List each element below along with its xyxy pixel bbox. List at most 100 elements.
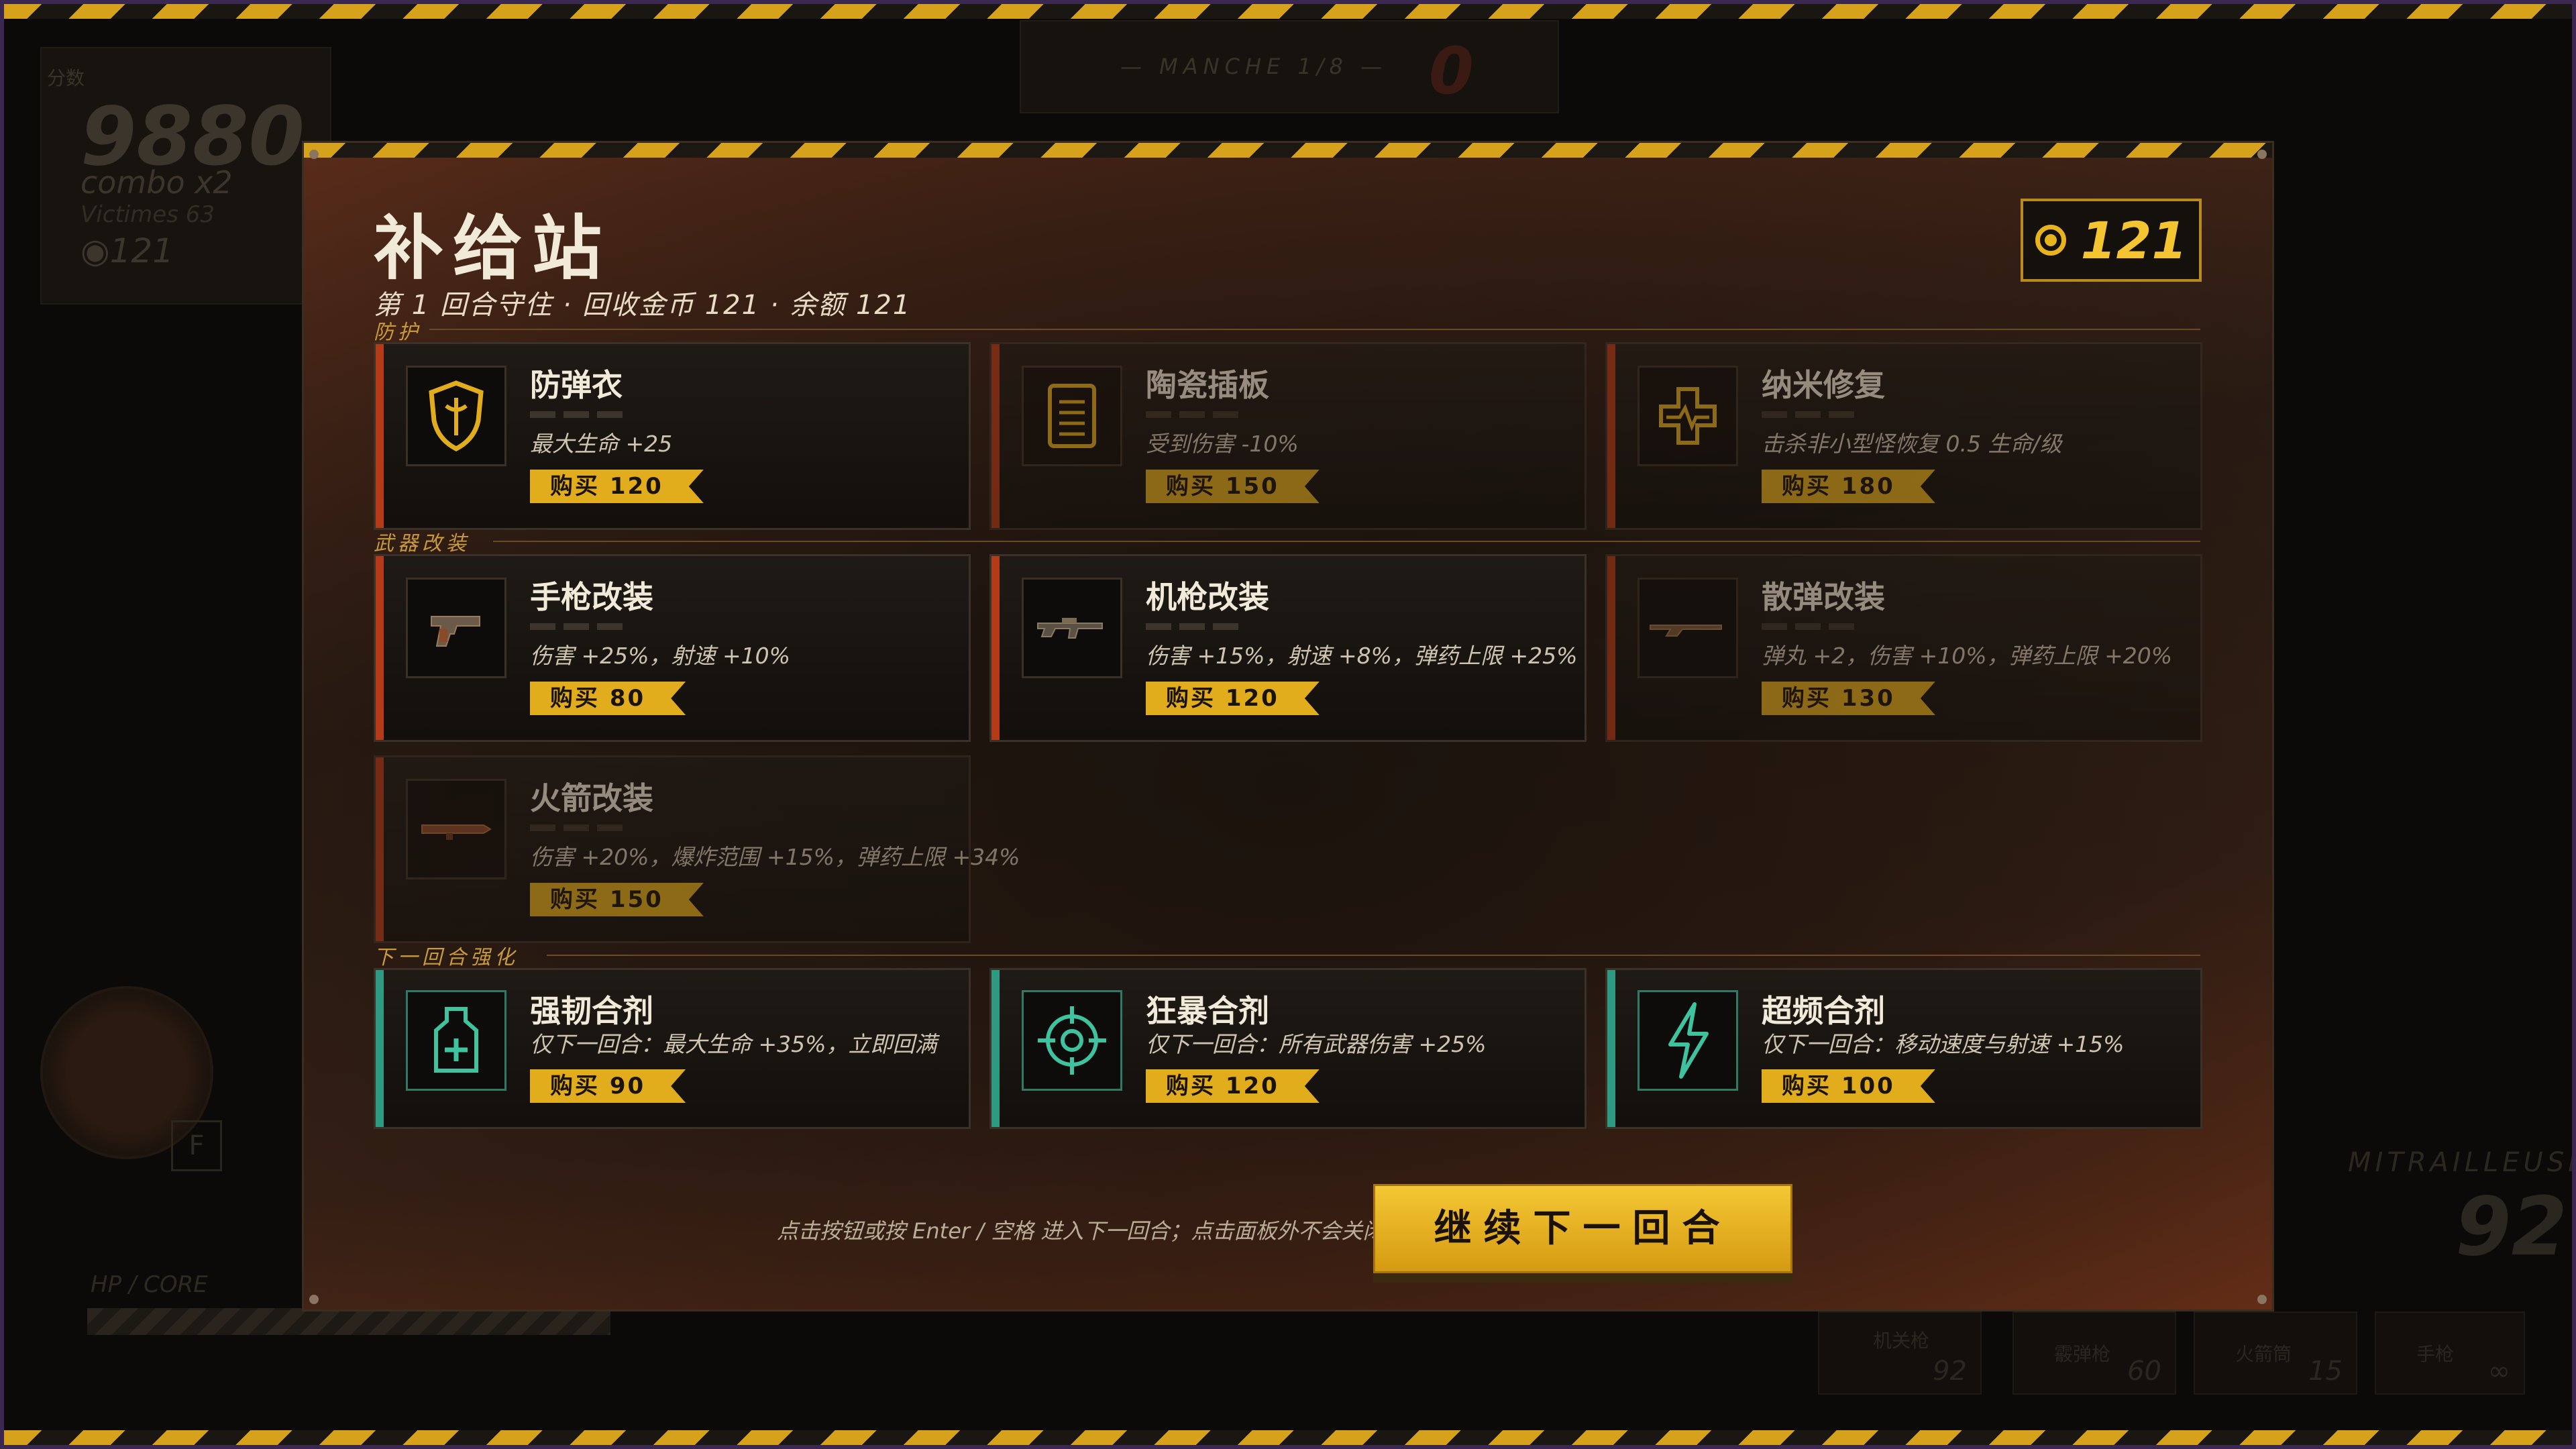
shop-item-machinegun-mod[interactable]: 机枪改装 伤害 +15%，射速 +8%，弹药上限 +25% 购买 120 [989, 554, 1587, 742]
buy-button[interactable]: 购买 130 [1762, 682, 1935, 715]
page-title: 补给站 [374, 207, 612, 289]
shop-item-ceramic-plate[interactable]: 陶瓷插板 受到伤害 -10% 购买 150 [989, 342, 1587, 530]
item-name: 机枪改装 [1146, 579, 1269, 615]
panel-hazard-stripe [304, 143, 2272, 158]
plate-icon [1048, 384, 1096, 448]
buy-button[interactable]: 购买 120 [530, 470, 704, 503]
pistol-icon [431, 616, 480, 647]
section-label-next-round: 下一回合强化 [374, 946, 519, 969]
shop-item-toughness-tonic[interactable]: 强韧合剂 仅下一回合：最大生命 +35%，立即回满 购买 90 [374, 968, 971, 1129]
shield-icon [429, 380, 484, 451]
item-desc: 伤害 +25%，射速 +10% [530, 643, 790, 669]
card-accent [376, 757, 384, 941]
item-desc: 弹丸 +2，伤害 +10%，弹药上限 +20% [1762, 643, 2173, 669]
card-accent [376, 970, 384, 1127]
continue-hint: 点击按钮或按 Enter / 空格 进入下一回合；点击面板外不会关闭 [777, 1218, 1385, 1244]
fire-key: F [171, 1120, 222, 1171]
buy-button[interactable]: 购买 100 [1762, 1069, 1935, 1103]
shop-item-nano-repair[interactable]: 纳米修复 击杀非小型怪恢复 0.5 生命/级 购买 180 [1605, 342, 2202, 530]
item-icon-frame [1638, 990, 1738, 1091]
machine-gun-icon [1037, 618, 1103, 639]
weapon-slot-4: 手枪 ∞ [2375, 1311, 2525, 1395]
buy-button[interactable]: 购买 150 [1146, 470, 1320, 503]
item-name: 纳米修复 [1762, 367, 1885, 403]
item-name: 手枪改装 [530, 579, 653, 615]
lightning-bolt-icon [1668, 1002, 1709, 1079]
card-accent [1607, 344, 1615, 528]
round-counter: 0 [1429, 34, 1474, 109]
item-name: 散弹改装 [1762, 579, 1885, 615]
bottom-hazard-stripe [0, 1430, 2576, 1445]
hp-label: HP / CORE [91, 1271, 208, 1298]
buy-button[interactable]: 购买 180 [1762, 470, 1935, 503]
slot-value: ∞ [2487, 1356, 2510, 1387]
weapon-slot-1: 机关枪 92 [1818, 1311, 1982, 1395]
slot-value: 60 [2127, 1356, 2161, 1387]
item-icon-frame [406, 366, 506, 466]
item-icon-frame [1022, 366, 1122, 466]
rivet [2257, 150, 2267, 159]
buy-button[interactable]: 购买 90 [530, 1069, 686, 1103]
buy-button[interactable]: 购买 120 [1146, 682, 1320, 715]
card-accent [991, 556, 1000, 740]
buy-button[interactable]: 购买 150 [530, 883, 704, 916]
level-pips [530, 411, 623, 418]
balance-badge: 121 [2021, 199, 2202, 282]
item-name: 狂暴合剂 [1146, 993, 1269, 1029]
weapon-ammo: 92 [2455, 1181, 2567, 1274]
potion-bottle-icon [434, 1007, 478, 1073]
level-pips [1146, 411, 1238, 418]
hud-coins: ◉121 [80, 231, 174, 270]
item-desc: 伤害 +15%，射速 +8%，弹药上限 +25% [1146, 643, 1578, 669]
medical-cross-icon [1659, 387, 1717, 445]
shop-subtitle: 第 1 回合守住 · 回收金币 121 · 余额 121 [374, 290, 912, 321]
shotgun-icon [1650, 625, 1722, 637]
item-icon-frame [406, 578, 506, 678]
item-desc: 仅下一回合：所有武器伤害 +25% [1146, 1031, 1487, 1057]
slot-label: 霰弹枪 [2054, 1343, 2111, 1365]
shop-item-vest[interactable]: 防弹衣 最大生命 +25 购买 120 [374, 342, 971, 530]
victims-text: Victimes 63 [80, 201, 215, 228]
card-accent [991, 970, 1000, 1127]
item-icon-frame [1638, 366, 1738, 466]
shop-item-overclock-tonic[interactable]: 超频合剂 仅下一回合：移动速度与射速 +15% 购买 100 [1605, 968, 2202, 1129]
item-desc: 击杀非小型怪恢复 0.5 生命/级 [1762, 431, 2062, 457]
score-label: 分数 [47, 67, 85, 89]
section-label-defense: 防护 [374, 321, 422, 344]
level-pips [1762, 411, 1854, 418]
shop-item-pistol-mod[interactable]: 手枪改装 伤害 +25%，射速 +10% 购买 80 [374, 554, 971, 742]
continue-button[interactable]: 继续下一回合 [1373, 1184, 1792, 1273]
weapon-slot-3: 火箭筒 15 [2194, 1311, 2357, 1395]
rivet [309, 150, 319, 159]
item-name: 陶瓷插板 [1146, 367, 1269, 403]
shop-item-berserk-tonic[interactable]: 狂暴合剂 仅下一回合：所有武器伤害 +25% 购买 120 [989, 968, 1587, 1129]
section-label-weapons: 武器改装 [374, 532, 470, 555]
card-accent [1607, 970, 1615, 1127]
item-desc: 伤害 +20%，爆炸范围 +15%，弹药上限 +34% [530, 844, 1020, 870]
coin-icon [2035, 225, 2066, 256]
item-icon-frame [1022, 990, 1122, 1091]
item-icon-frame [406, 779, 506, 879]
card-accent [376, 344, 384, 528]
card-accent [376, 556, 384, 740]
buy-button[interactable]: 购买 120 [1146, 1069, 1320, 1103]
card-accent [991, 344, 1000, 528]
item-desc: 仅下一回合：移动速度与射速 +15% [1762, 1031, 2125, 1057]
slot-label: 手枪 [2416, 1343, 2455, 1365]
card-accent [1607, 556, 1615, 740]
item-name: 强韧合剂 [530, 993, 653, 1029]
buy-button[interactable]: 购买 80 [530, 682, 686, 715]
shop-item-rocket-mod[interactable]: 火箭改装 伤害 +20%，爆炸范围 +15%，弹药上限 +34% 购买 150 [374, 755, 1020, 943]
crosshair-icon [1038, 1006, 1106, 1075]
section-divider [547, 955, 2200, 956]
hp-bar [87, 1308, 610, 1335]
slot-value: 15 [2308, 1356, 2343, 1387]
rocket-launcher-icon [421, 824, 492, 840]
shop-item-shotgun-mod[interactable]: 散弹改装 弹丸 +2，伤害 +10%，弹药上限 +20% 购买 130 [1605, 554, 2202, 742]
item-desc: 受到伤害 -10% [1146, 431, 1299, 457]
top-hazard-stripe [0, 4, 2576, 19]
section-divider [493, 541, 2200, 542]
item-name: 火箭改装 [530, 780, 653, 816]
slot-value: 92 [1933, 1356, 1967, 1387]
item-icon-frame [1022, 578, 1122, 678]
